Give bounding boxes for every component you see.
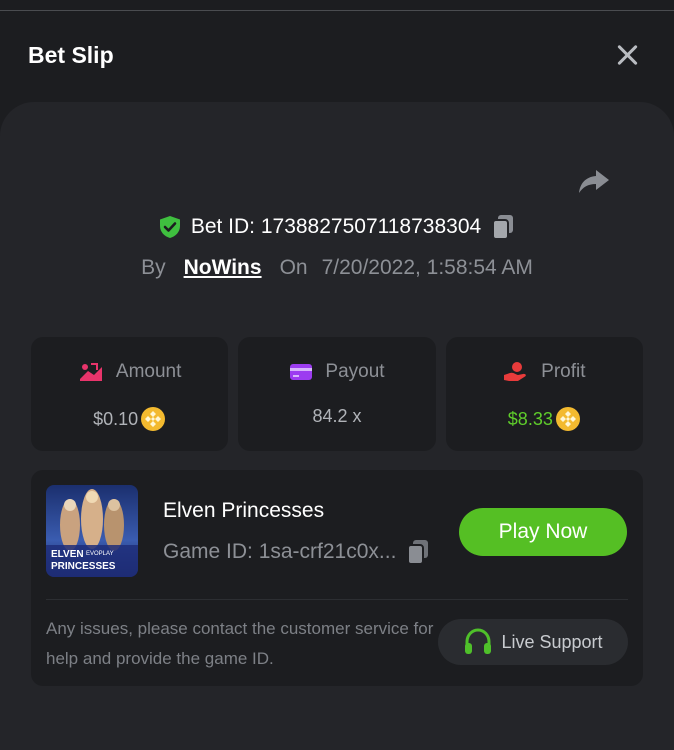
support-info-text: Any issues, please contact the customer …: [46, 619, 434, 668]
amount-icon: [79, 363, 102, 381]
on-label: On: [279, 256, 308, 279]
copy-icon[interactable]: [491, 214, 515, 240]
payout-card-icon: [290, 364, 313, 380]
profit-label: Profit: [541, 361, 586, 382]
game-id: Game ID: 1sa-crf21c0x...: [163, 540, 397, 563]
bet-id: Bet ID: 1738827507118738304: [190, 215, 482, 238]
bet-id-row: Bet ID: 1738827507118738304: [0, 214, 674, 240]
coin-icon: [141, 407, 166, 431]
copy-icon[interactable]: [406, 539, 430, 565]
card-divider: [46, 599, 628, 600]
game-thumbnail[interactable]: ELVEN EVOPLAY PRINCESSES: [46, 485, 138, 577]
thumb-title-line1: ELVEN: [51, 549, 84, 560]
payout-label: Payout: [325, 361, 385, 382]
bet-datetime: 7/20/2022, 1:58:54 AM: [321, 256, 533, 279]
payout-card: Payout 84.2 x: [238, 337, 436, 451]
profit-hand-icon: [504, 362, 526, 381]
thumb-title-line2: PRINCESSES: [51, 561, 116, 572]
user-link[interactable]: NoWins: [184, 256, 262, 280]
game-id-row: Game ID: 1sa-crf21c0x...: [163, 539, 430, 565]
headset-icon: [465, 628, 492, 654]
shield-check-icon: [159, 216, 180, 238]
top-divider: [0, 10, 674, 11]
by-label: By: [141, 256, 166, 279]
coin-icon: [555, 407, 580, 431]
thumb-brand: EVOPLAY: [86, 551, 114, 557]
live-support-label: Live Support: [501, 631, 603, 652]
amount-value: $0.10: [93, 408, 139, 429]
live-support-button[interactable]: Live Support: [438, 619, 628, 665]
share-icon[interactable]: [578, 168, 610, 194]
stats-row: Amount $0.10 Payout 84.2 x Profit $8.33: [31, 337, 643, 451]
bet-slip-panel: Bet ID: 1738827507118738304 By NoWins On…: [0, 102, 674, 750]
close-icon[interactable]: [614, 42, 640, 68]
payout-value: 84.2 x: [312, 406, 362, 426]
profit-value: $8.33: [507, 408, 553, 429]
profit-card: Profit $8.33: [445, 337, 643, 451]
play-now-button[interactable]: Play Now: [459, 508, 627, 556]
amount-card: Amount $0.10: [31, 337, 229, 451]
amount-label: Amount: [115, 361, 182, 382]
page-title: Bet Slip: [28, 42, 114, 68]
game-name: Elven Princesses: [163, 499, 325, 522]
bet-meta-row: By NoWins On 7/20/2022, 1:58:54 AM: [0, 256, 674, 280]
game-card: ELVEN EVOPLAY PRINCESSES Elven Princesse…: [31, 470, 643, 686]
